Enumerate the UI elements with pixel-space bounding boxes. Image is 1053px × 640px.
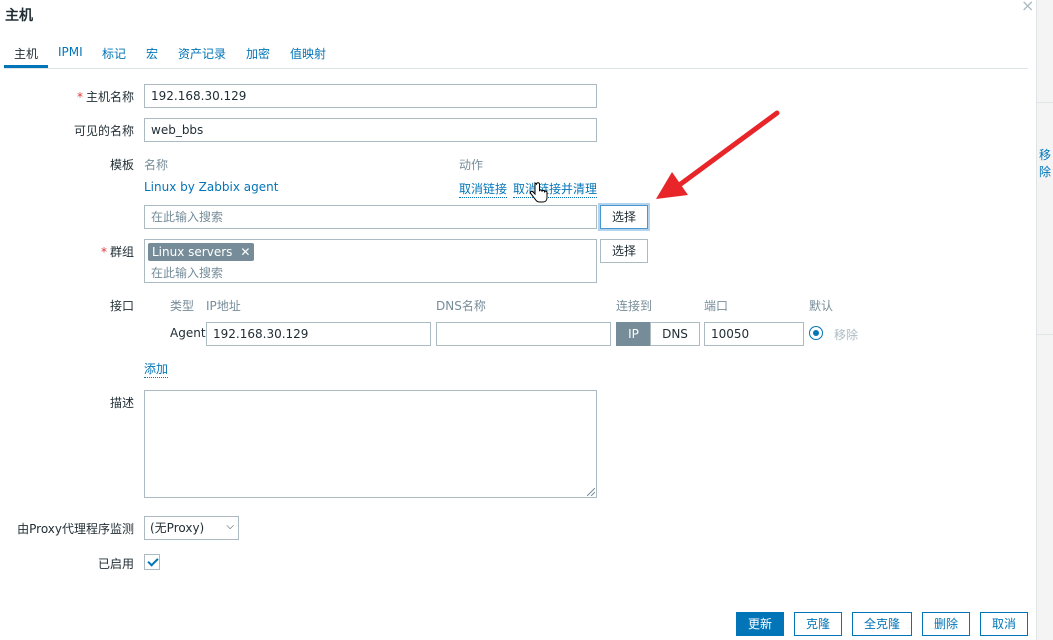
chevron-down-icon: ⌵ [226, 521, 234, 532]
update-button[interactable]: 更新 [736, 612, 784, 636]
tab-tags[interactable]: 标记 [102, 45, 126, 62]
description-label: 描述 [109, 396, 134, 410]
proxy-select[interactable]: (无Proxy) ⌵ [144, 516, 239, 540]
iface-ip-input[interactable]: 192.168.30.129 [206, 322, 431, 346]
iface-dns-input[interactable] [436, 322, 611, 346]
dialog-title: 主机 [5, 8, 33, 24]
background-divider [1037, 102, 1053, 103]
tab-macros[interactable]: 宏 [146, 45, 158, 62]
active-tab-indicator [4, 65, 48, 68]
iface-remove-link[interactable]: 移除 [834, 326, 858, 343]
host-name-label: * 主机名称 [76, 90, 134, 104]
groups-label: * 群组 [100, 245, 134, 259]
clone-button[interactable]: 克隆 [794, 612, 842, 636]
template-select-button[interactable]: 选择 [600, 205, 648, 229]
group-select-button[interactable]: 选择 [600, 239, 648, 263]
linked-template-link[interactable]: Linux by Zabbix agent [144, 180, 278, 194]
description-textarea[interactable] [144, 390, 597, 498]
templates-name-header: 名称 [144, 158, 169, 172]
unlink-link[interactable]: 取消链接 [459, 180, 508, 198]
iface-ip-header: IP地址 [206, 299, 241, 313]
resize-handle-icon[interactable] [587, 488, 595, 496]
delete-button[interactable]: 删除 [922, 612, 970, 636]
background-remove-link: 移除 [1039, 148, 1052, 179]
tab-ipmi[interactable]: IPMI [58, 45, 83, 59]
templates-action-header: 动作 [459, 158, 484, 172]
iface-port-input[interactable]: 10050 [704, 322, 804, 346]
remove-chip-icon[interactable]: ✕ [240, 245, 250, 259]
tab-bar: 主机 IPMI 标记 宏 资产记录 加密 值映射 [4, 40, 1028, 69]
iface-type-value: Agent [170, 326, 206, 340]
enabled-label: 已启用 [97, 557, 134, 571]
enabled-checkbox[interactable] [144, 554, 160, 570]
iface-type-header: 类型 [170, 299, 195, 313]
hand-cursor-icon [530, 182, 548, 203]
templates-label: 模板 [109, 158, 134, 172]
iface-connect-header: 连接到 [616, 299, 653, 313]
default-interface-radio[interactable] [809, 326, 823, 340]
groups-search-placeholder: 在此输入搜索 [151, 266, 224, 280]
groups-multiselect[interactable]: Linux servers ✕ 在此输入搜索 [144, 239, 597, 283]
iface-port-header: 端口 [704, 299, 729, 313]
visible-name-input[interactable]: web_bbs [144, 118, 597, 142]
full-clone-button[interactable]: 全克隆 [852, 612, 912, 636]
visible-name-label: 可见的名称 [73, 124, 134, 138]
background-divider [1037, 334, 1053, 335]
close-icon[interactable]: × [1021, 0, 1034, 15]
host-dialog: 主机 × 主机 IPMI 标记 宏 资产记录 加密 值映射 * 主机名称 192.… [0, 0, 1037, 640]
iface-default-header: 默认 [809, 299, 834, 313]
connect-ip-toggle[interactable]: IP [616, 322, 651, 346]
iface-dns-header: DNS名称 [436, 299, 486, 313]
tab-host[interactable]: 主机 [14, 45, 38, 62]
tab-inventory[interactable]: 资产记录 [178, 45, 226, 62]
host-name-input[interactable]: 192.168.30.129 [144, 84, 597, 108]
tab-encryption[interactable]: 加密 [246, 45, 270, 62]
template-search-input[interactable]: 在此输入搜索 [144, 205, 597, 229]
cancel-button[interactable]: 取消 [980, 612, 1028, 636]
unlink-and-clear-link[interactable]: 取消链接并清理 [513, 180, 598, 198]
add-interface-link[interactable]: 添加 [144, 360, 169, 378]
interfaces-label: 接口 [109, 299, 134, 313]
proxy-label: 由Proxy代理程序监测 [17, 522, 134, 536]
tab-value-mapping[interactable]: 值映射 [290, 45, 326, 62]
group-chip: Linux servers ✕ [148, 243, 255, 261]
connect-dns-toggle[interactable]: DNS [650, 322, 700, 346]
background-page: 移除 [1037, 0, 1053, 640]
